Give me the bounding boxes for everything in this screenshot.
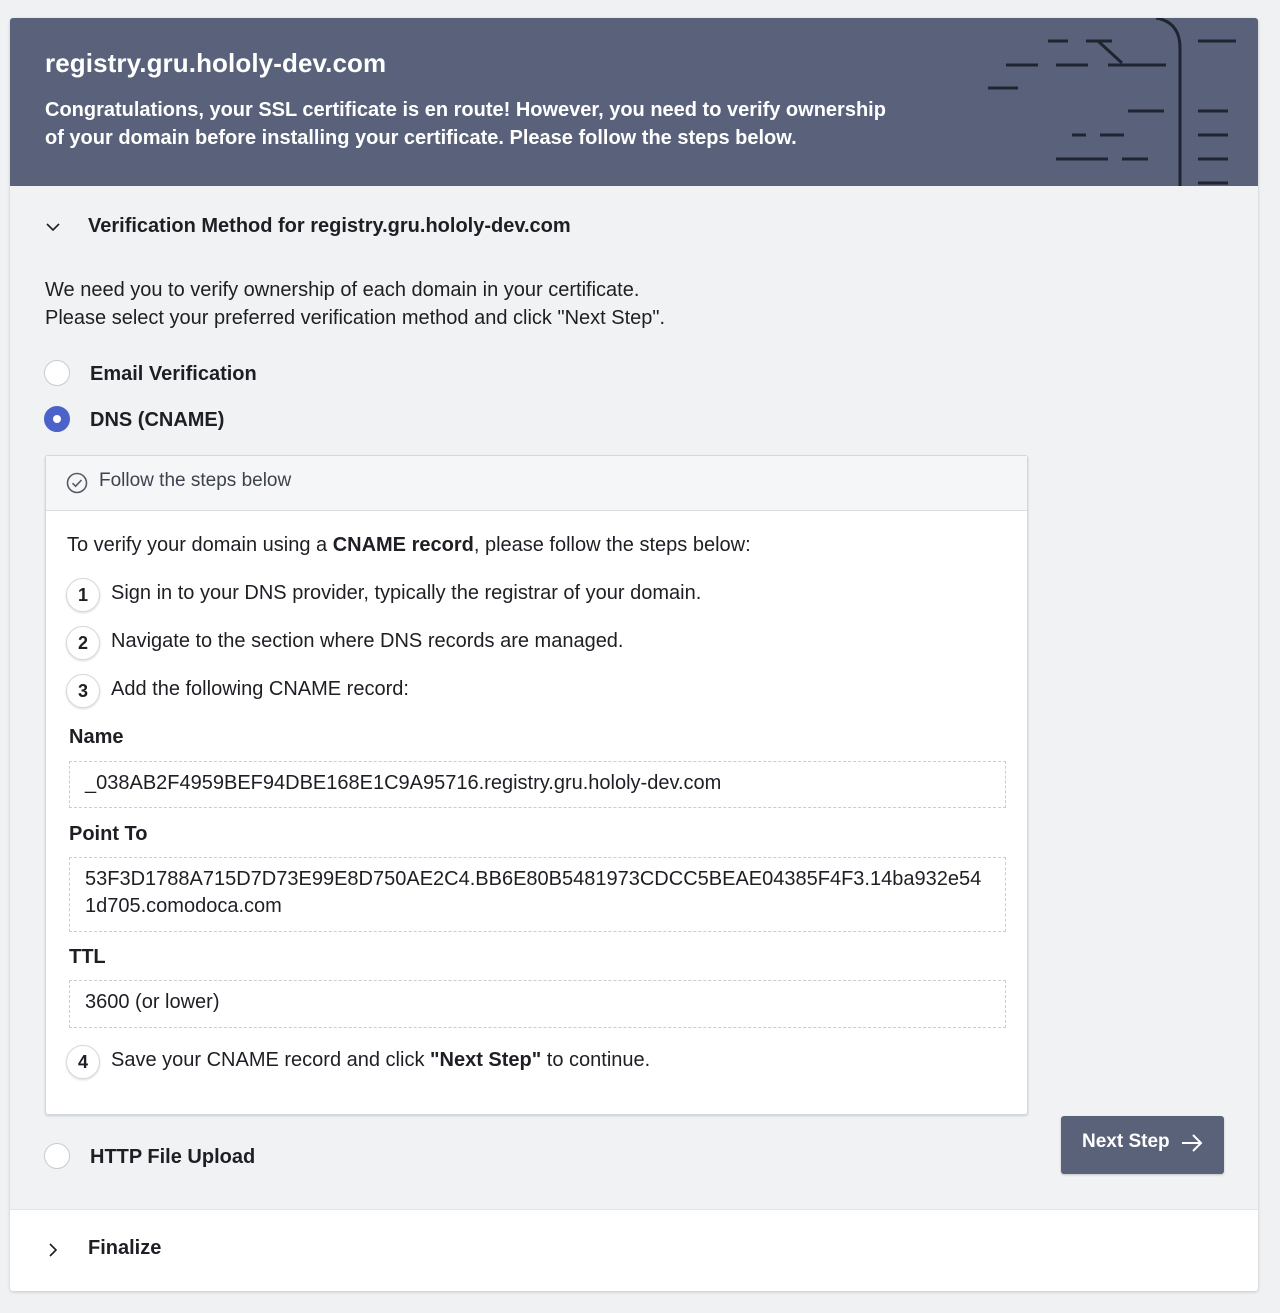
next-step-label: Next Step: [1082, 1131, 1170, 1152]
step-4-suffix: to continue.: [541, 1049, 651, 1071]
circuit-decoration: [988, 18, 1236, 186]
panel-header: Follow the steps below: [46, 456, 1027, 511]
radio-button-selected[interactable]: [44, 406, 70, 432]
banner-domain: registry.gru.hololy-dev.com: [45, 48, 387, 78]
step-number: 3: [66, 674, 100, 708]
finalize-title: Finalize: [88, 1237, 162, 1259]
dns-instructions-panel: Follow the steps below To verify your do…: [45, 455, 1028, 1115]
radio-label-http: HTTP File Upload: [90, 1146, 256, 1168]
arrow-right-icon: [1182, 1134, 1203, 1152]
point-to-value-field[interactable]: 53F3D1788A715D7D73E99E8D750AE2C4.BB6E80B…: [69, 857, 1006, 932]
name-label: Name: [69, 726, 124, 748]
banner-message: Congratulations, your SSL certificate is…: [45, 99, 886, 149]
chevron-down-icon: [46, 223, 60, 232]
intro-line-1: We need you to verify ownership of each …: [45, 279, 640, 301]
step-number: 4: [66, 1045, 100, 1079]
ttl-value-field[interactable]: 3600 (or lower): [69, 980, 1006, 1028]
step-text: Save your CNAME record and click "Next S…: [111, 1049, 650, 1072]
radio-label-email: Email Verification: [90, 363, 257, 385]
ssl-verification-card: registry.gru.hololy-dev.com Congratulati…: [10, 18, 1258, 1291]
panel-header-label: Follow the steps below: [99, 470, 292, 491]
radio-button[interactable]: [44, 360, 70, 386]
steps-intro-suffix: , please follow the steps below:: [473, 534, 751, 556]
verification-intro: We need you to verify ownership of each …: [45, 276, 945, 332]
steps-intro-prefix: To verify your domain using a: [67, 534, 333, 556]
next-step-button[interactable]: Next Step: [1061, 1116, 1224, 1174]
step-number: 2: [66, 626, 100, 660]
steps-intro-bold: CNAME record: [332, 534, 474, 556]
intro-line-2: Please select your preferred verificatio…: [45, 307, 666, 329]
step-text: Navigate to the section where DNS record…: [111, 630, 624, 652]
step-number: 1: [66, 578, 100, 612]
step-4-prefix: Save your CNAME record and click: [111, 1049, 431, 1071]
step-text: Add the following CNAME record:: [111, 678, 409, 700]
step-text: Sign in to your DNS provider, typically …: [111, 582, 702, 604]
name-value-field[interactable]: _038AB2F4959BEF94DBE168E1C9A95716.regist…: [69, 761, 1006, 808]
verification-section-toggle[interactable]: Verification Method for registry.gru.hol…: [10, 208, 1258, 248]
chevron-right-icon: [49, 1243, 58, 1257]
verification-section-title: Verification Method for registry.gru.hol…: [88, 215, 571, 237]
step-4-bold: "Next Step": [430, 1049, 542, 1071]
ttl-label: TTL: [69, 946, 106, 968]
finalize-section-toggle[interactable]: Finalize: [10, 1209, 1258, 1291]
steps-intro: To verify your domain using a CNAME reco…: [67, 534, 751, 557]
radio-button[interactable]: [44, 1143, 70, 1169]
header-banner: registry.gru.hololy-dev.com Congratulati…: [10, 18, 1258, 186]
point-to-label: Point To: [69, 823, 148, 845]
check-circle-icon: [66, 472, 88, 494]
radio-label-dns: DNS (CNAME): [90, 409, 225, 431]
